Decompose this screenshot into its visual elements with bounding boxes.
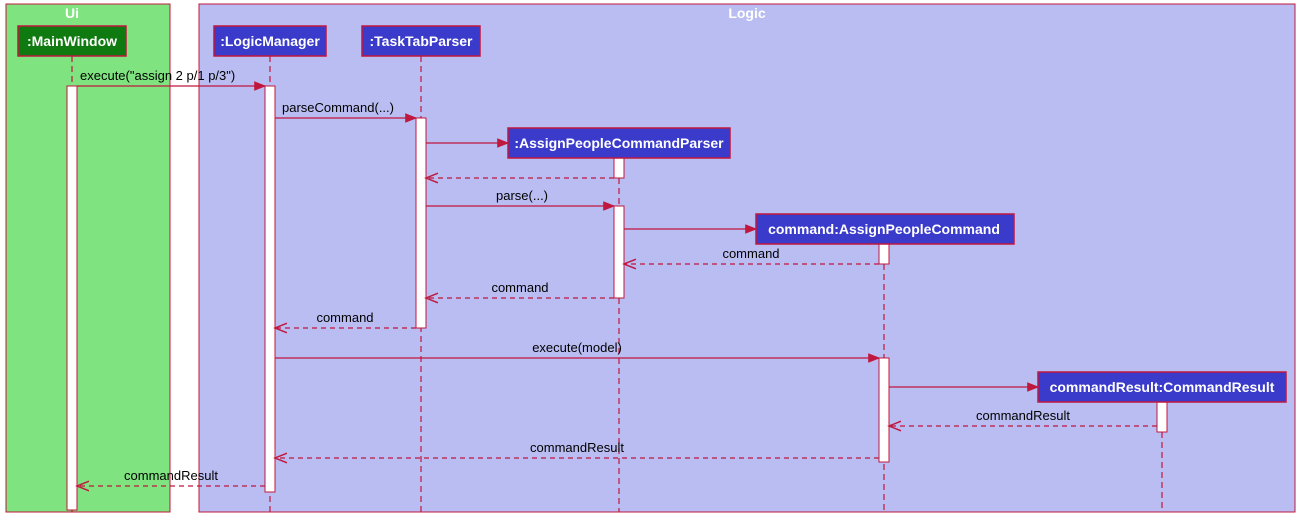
- group-ui-label: Ui: [65, 5, 79, 21]
- activation-commandresult: [1157, 402, 1167, 432]
- sequence-diagram: Ui Logic :MainWindow :LogicManager :Task…: [0, 0, 1300, 516]
- group-logic-label: Logic: [728, 5, 766, 21]
- activation-apcp-parse: [614, 206, 624, 298]
- activation-apc-create: [879, 244, 889, 264]
- msg-parsecommand-label: parseCommand(...): [282, 100, 394, 115]
- activation-tasktabparser: [416, 118, 426, 328]
- msg-return-cr-1-label: commandResult: [976, 408, 1070, 423]
- msg-parse-label: parse(...): [496, 188, 548, 203]
- participant-logicmanager-label: :LogicManager: [220, 33, 320, 49]
- activation-apcp-create: [614, 158, 624, 178]
- activation-mainwindow: [67, 86, 77, 510]
- participant-mainwindow-label: :MainWindow: [27, 33, 117, 49]
- participant-apc-label: command:AssignPeopleCommand: [768, 221, 1000, 237]
- participant-tasktabparser-label: :TaskTabParser: [370, 33, 474, 49]
- msg-return-command-1-label: command: [722, 246, 779, 261]
- msg-execute-model-label: execute(model): [532, 340, 622, 355]
- msg-return-command-3-label: command: [316, 310, 373, 325]
- activation-apc-execute: [879, 358, 889, 462]
- msg-return-command-2-label: command: [491, 280, 548, 295]
- msg-return-cr-2-label: commandResult: [530, 440, 624, 455]
- msg-execute-label: execute("assign 2 p/1 p/3"): [80, 68, 235, 83]
- activation-logicmanager: [265, 86, 275, 492]
- participant-apcp-label: :AssignPeopleCommandParser: [514, 135, 724, 151]
- participant-cr-label: commandResult:CommandResult: [1050, 379, 1275, 395]
- msg-return-cr-3-label: commandResult: [124, 468, 218, 483]
